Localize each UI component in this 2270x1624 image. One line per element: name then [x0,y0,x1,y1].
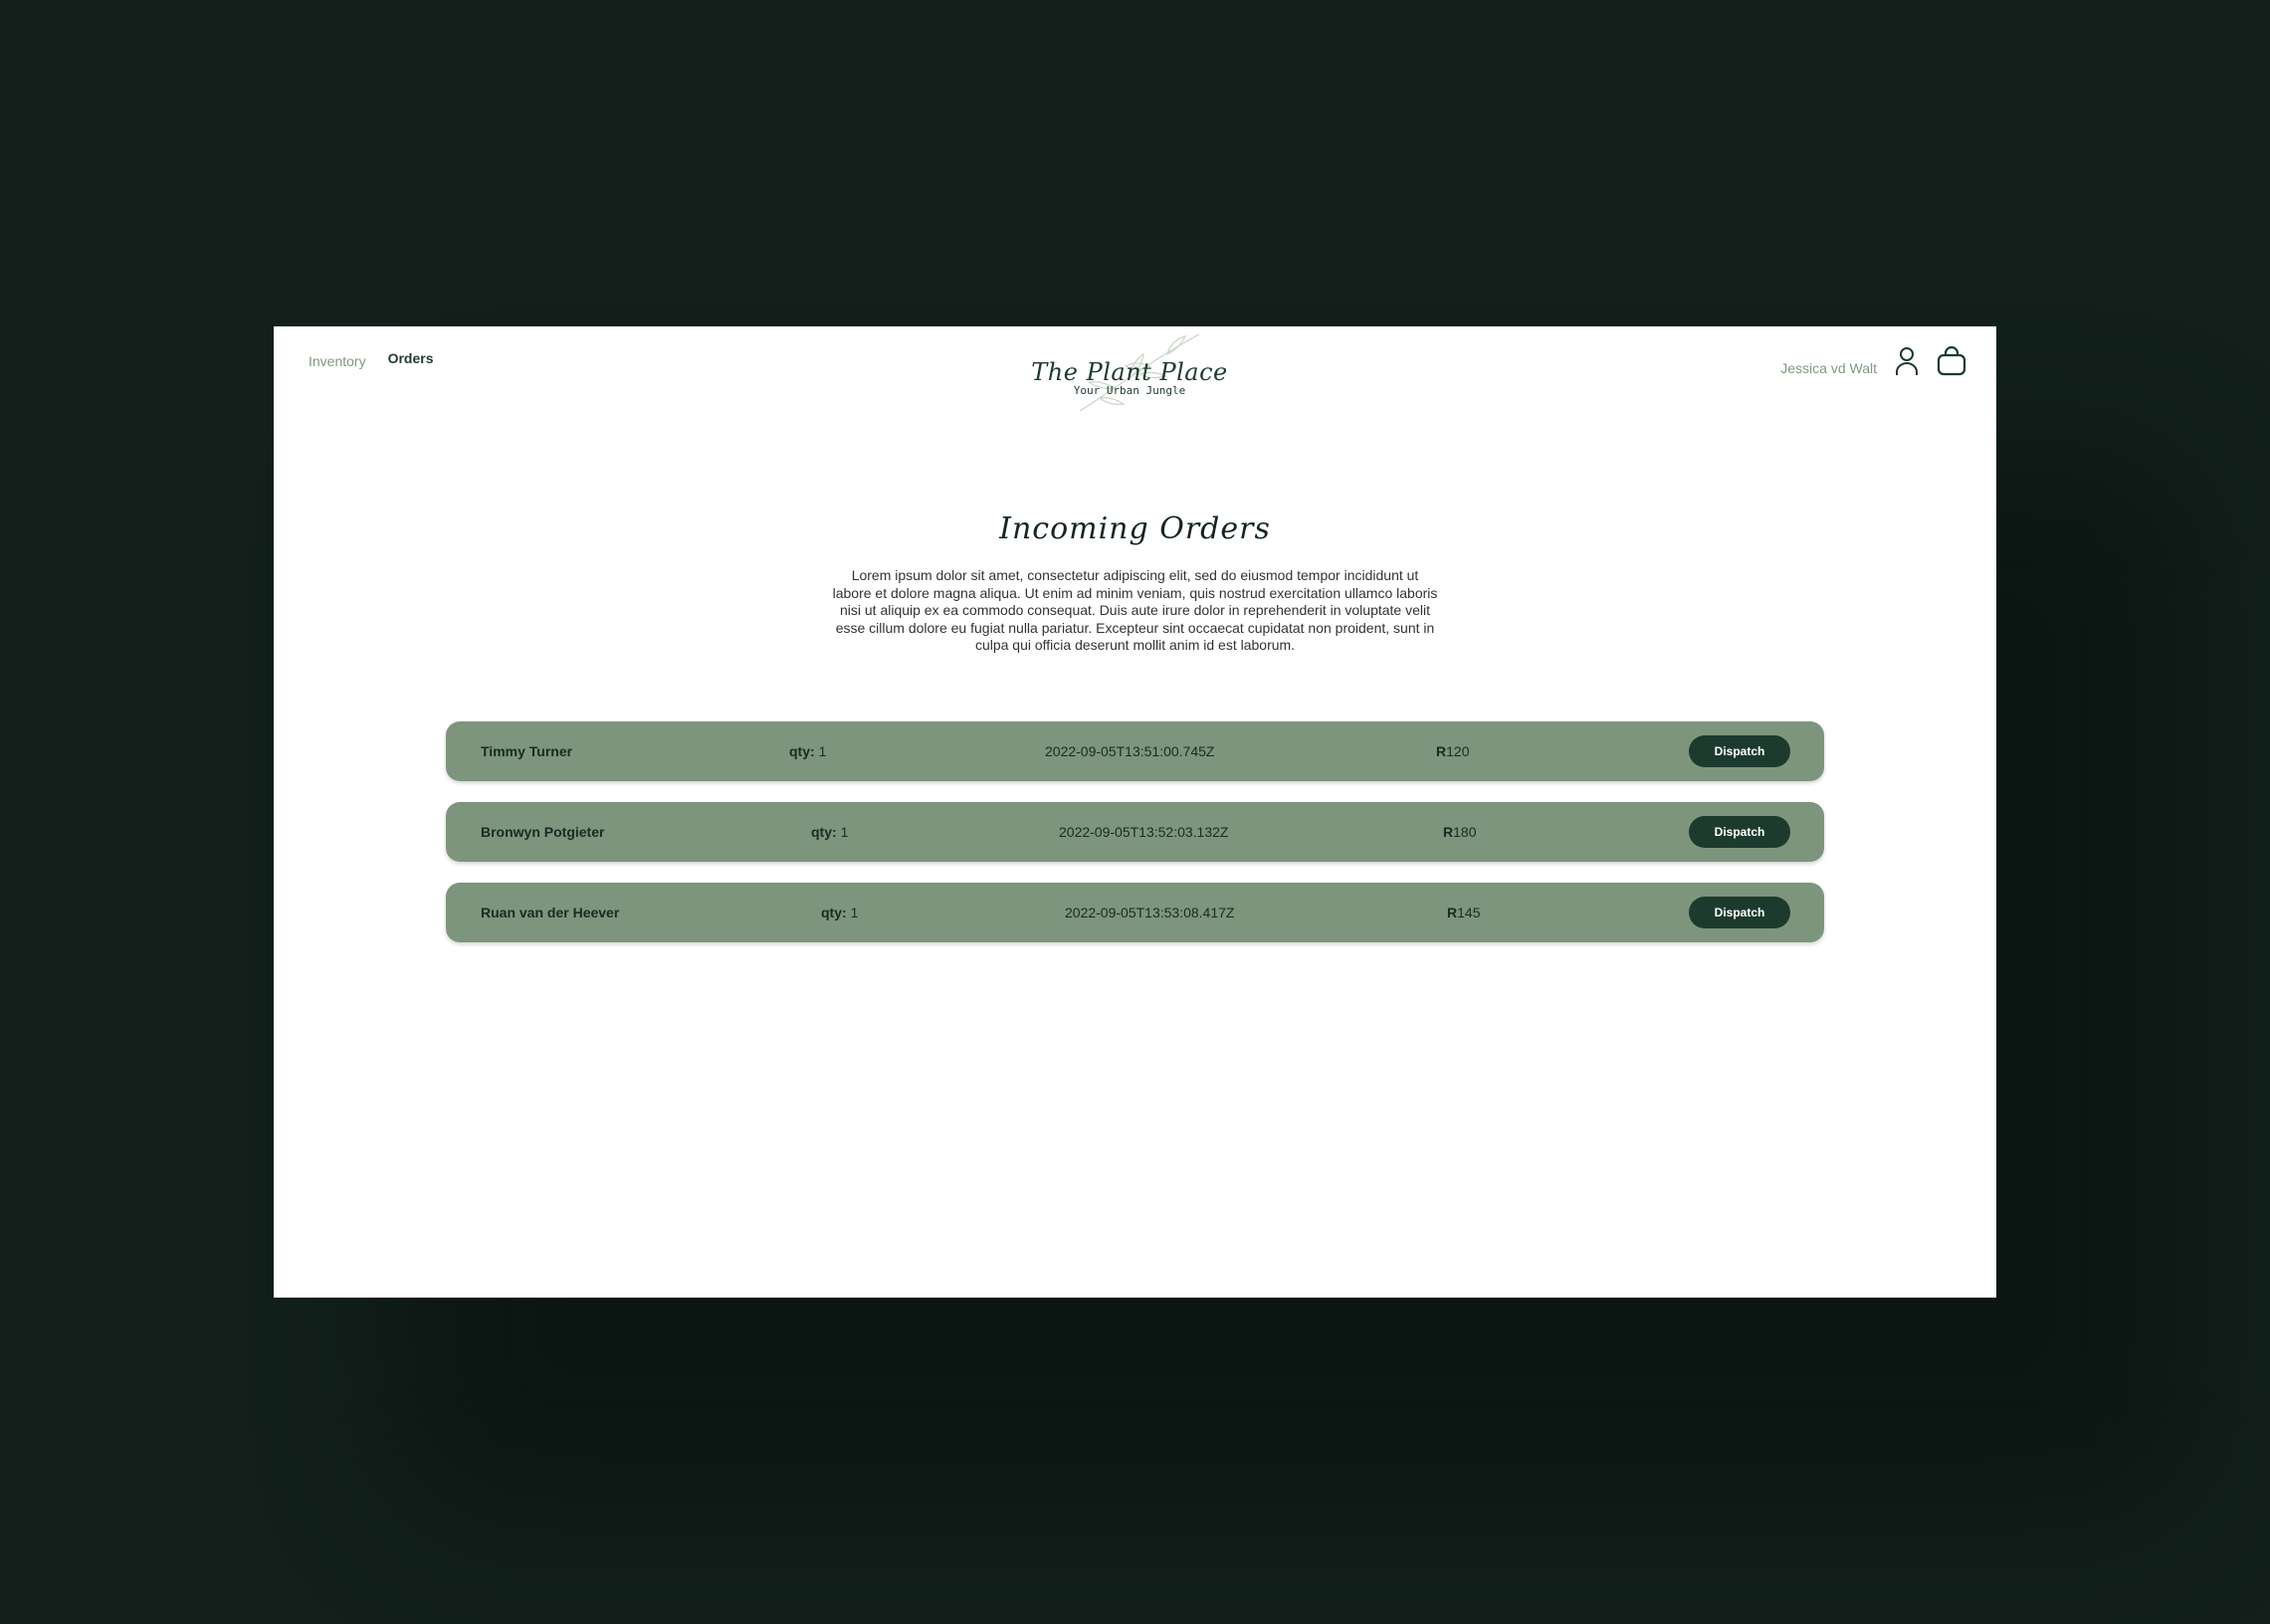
user-name[interactable]: Jessica vd Walt [1780,360,1877,376]
order-customer: Timmy Turner [481,743,573,759]
nav-link-orders[interactable]: Orders [388,350,434,366]
shopping-bag-icon[interactable] [1937,345,1966,381]
dispatch-button[interactable]: Dispatch [1689,897,1790,928]
order-price: R120 [1436,743,1469,759]
order-price: R145 [1447,905,1480,920]
qty-value: 1 [850,905,859,920]
order-qty: qty: 1 [821,905,858,920]
order-row: Bronwyn Potgieter qty: 1 2022-09-05T13:5… [446,802,1824,862]
order-timestamp: 2022-09-05T13:53:08.417Z [1065,905,1235,920]
qty-label: qty: [821,905,847,920]
order-row: Timmy Turner qty: 1 2022-09-05T13:51:00.… [446,721,1824,781]
order-timestamp: 2022-09-05T13:52:03.132Z [1059,824,1229,840]
qty-label: qty: [811,824,837,840]
order-qty: qty: 1 [811,824,848,840]
brand-title: The Plant Place [1031,358,1228,386]
price-amount: 180 [1453,824,1477,840]
brand-logo[interactable]: The Plant Place Your Urban Jungle [1030,326,1229,418]
order-qty: qty: 1 [789,743,826,759]
order-price: R180 [1443,824,1476,840]
price-amount: 120 [1446,743,1470,759]
order-row: Ruan van der Heever qty: 1 2022-09-05T13… [446,883,1824,942]
dispatch-button[interactable]: Dispatch [1689,816,1790,848]
orders-list: Timmy Turner qty: 1 2022-09-05T13:51:00.… [446,721,1824,963]
nav-link-inventory[interactable]: Inventory [309,353,366,369]
page-description: Lorem ipsum dolor sit amet, consectetur … [832,567,1438,653]
qty-value: 1 [840,824,849,840]
price-amount: 145 [1457,905,1481,920]
qty-value: 1 [818,743,827,759]
app-window: Inventory Orders The Plant Place Your Ur… [274,326,1996,1298]
order-timestamp: 2022-09-05T13:51:00.745Z [1045,743,1215,759]
currency-symbol: R [1447,905,1458,920]
user-nav: Jessica vd Walt [1780,345,1966,381]
dispatch-button[interactable]: Dispatch [1689,735,1790,767]
order-customer: Bronwyn Potgieter [481,824,605,840]
page-title: Incoming Orders [999,511,1271,546]
order-customer: Ruan van der Heever [481,905,620,920]
currency-symbol: R [1443,824,1454,840]
brand-tagline: Your Urban Jungle [1073,384,1186,397]
currency-symbol: R [1436,743,1447,759]
user-icon[interactable] [1895,346,1919,381]
main-nav: Inventory Orders [309,350,434,369]
qty-label: qty: [789,743,815,759]
